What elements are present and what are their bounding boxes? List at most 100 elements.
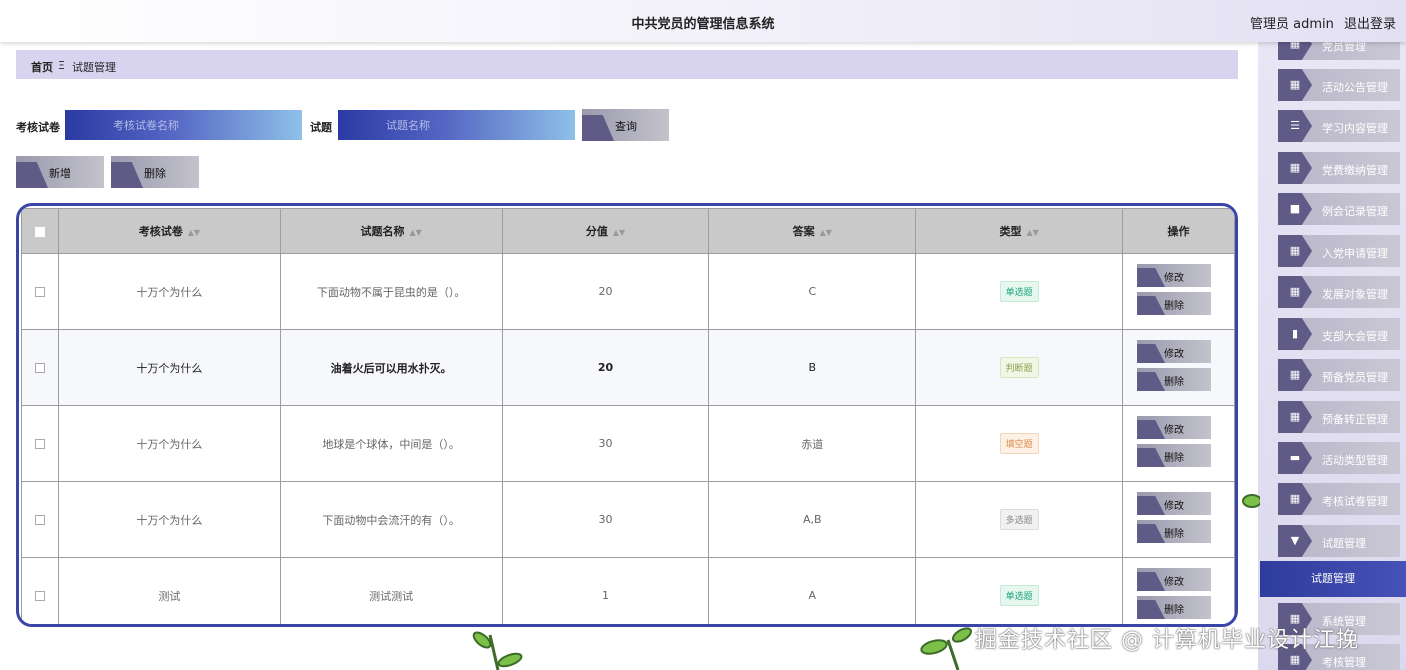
- sidebar-item-activity-type[interactable]: ▬ 活动类型管理: [1278, 442, 1400, 474]
- sidebar-subitem-question-active[interactable]: 试题管理: [1260, 561, 1406, 597]
- top-bar: 中共党员的管理信息系统 管理员 admin 退出登录: [0, 0, 1406, 42]
- type-badge: 单选题: [999, 585, 1039, 606]
- sort-icon: ▲▼: [1026, 228, 1039, 237]
- sidebar-item-probation-conversion[interactable]: ▦ 预备转正管理: [1278, 401, 1400, 433]
- funnel-icon: ▼: [1290, 534, 1300, 547]
- cell-paper: 十万个为什么: [57, 405, 281, 482]
- grid-icon: ▦: [1289, 410, 1301, 423]
- logout-link[interactable]: 退出登录: [1344, 17, 1396, 32]
- cell-answer: C: [708, 253, 917, 330]
- app-title: 中共党员的管理信息系统: [631, 17, 775, 32]
- breadcrumb-separator: Ξ: [58, 59, 65, 72]
- grid-icon: ▦: [1289, 368, 1301, 381]
- grid-icon: ▦: [1289, 492, 1301, 505]
- cell-paper: 十万个为什么: [57, 253, 281, 330]
- table-row: 十万个为什么 下面动物中会流汗的有（）。 30 A,B 多选题 修改 删除: [21, 481, 1235, 558]
- paper-search-input[interactable]: [65, 110, 302, 140]
- type-badge: 填空题: [999, 433, 1039, 454]
- watermark: 掘金技术社区 @ 计算机毕业设计江挽: [975, 628, 1359, 653]
- row-checkbox[interactable]: [34, 363, 45, 373]
- question-table: 考核试卷 ▲▼ 试题名称 ▲▼ 分值 ▲▼ 答案 ▲▼ 类型 ▲▼ 操作 十万个为什么 下…: [21, 208, 1235, 624]
- column-header-answer[interactable]: 答案 ▲▼: [708, 208, 917, 254]
- cell-question: 下面动物中会流汗的有（）。: [279, 481, 503, 558]
- question-search-label: 试题: [310, 121, 332, 134]
- query-button[interactable]: 查询: [582, 109, 669, 141]
- cell-score: 30: [501, 405, 710, 482]
- sidebar-item-probationary-members[interactable]: ▦ 预备党员管理: [1278, 359, 1400, 391]
- breadcrumb-current: 试题管理: [72, 61, 116, 74]
- delete-button[interactable]: 删除: [1137, 292, 1212, 315]
- edit-button[interactable]: 修改: [1137, 568, 1212, 591]
- sort-icon: ▲▼: [409, 228, 422, 237]
- cell-answer: A,B: [708, 481, 917, 558]
- row-checkbox[interactable]: [34, 591, 45, 601]
- user-label: 管理员 admin: [1249, 17, 1334, 32]
- table-row: 十万个为什么 地球是个球体，中间是（）。 30 赤道 填空题 修改 删除: [21, 405, 1235, 482]
- sidebar: ▦ 党员管理 ▦ 活动公告管理 ☰ 学习内容管理 ▦ 党费缴纳管理 ■ 例会记录…: [1258, 42, 1406, 670]
- table-row: 测试 测试测试 1 A 单选题 修改 删除: [21, 557, 1235, 624]
- sidebar-item-development-target[interactable]: ▦ 发展对象管理: [1278, 276, 1400, 308]
- column-header-score[interactable]: 分值 ▲▼: [501, 208, 710, 254]
- delete-button[interactable]: 删除: [1137, 368, 1212, 391]
- grid-icon: ▦: [1289, 42, 1301, 50]
- cell-question: 地球是个球体，中间是（）。: [279, 405, 503, 482]
- sidebar-item-meeting-records[interactable]: ■ 例会记录管理: [1278, 193, 1400, 225]
- monitor-icon: ▬: [1289, 451, 1301, 464]
- table-row: 十万个为什么 油着火后可以用水扑灭。 20 B 判断题 修改 删除: [21, 329, 1235, 406]
- table-row: 十万个为什么 下面动物不属于昆虫的是（）。 20 C 单选题 修改 删除: [21, 253, 1235, 330]
- cell-question: 下面动物不属于昆虫的是（）。: [279, 253, 503, 330]
- table-header-row: 考核试卷 ▲▼ 试题名称 ▲▼ 分值 ▲▼ 答案 ▲▼ 类型 ▲▼ 操作: [21, 208, 1235, 254]
- column-header-question[interactable]: 试题名称 ▲▼: [279, 208, 503, 254]
- sprout-decoration-icon: [920, 627, 973, 670]
- type-badge: 单选题: [999, 281, 1039, 302]
- sidebar-item-activity-notice[interactable]: ▦ 活动公告管理: [1278, 69, 1400, 101]
- grid-icon: ▦: [1289, 161, 1301, 174]
- grid-icon: ▦: [1289, 285, 1301, 298]
- cell-paper: 十万个为什么: [57, 329, 281, 406]
- breadcrumb-home[interactable]: 首页: [31, 59, 53, 75]
- sidebar-item-exam-paper[interactable]: ▦ 考核试卷管理: [1278, 483, 1400, 515]
- edit-button[interactable]: 修改: [1137, 492, 1212, 515]
- cell-score: 20: [501, 329, 710, 406]
- cell-answer: 赤道: [708, 405, 917, 482]
- sidebar-item-join-application[interactable]: ▦ 入党申请管理: [1278, 235, 1400, 267]
- cell-question: 测试测试: [279, 557, 503, 624]
- select-all-checkbox[interactable]: [34, 226, 45, 237]
- folder-icon: ■: [1289, 202, 1301, 215]
- type-badge: 判断题: [999, 357, 1039, 378]
- sidebar-item-question[interactable]: ▼ 试题管理: [1278, 525, 1400, 557]
- delete-button[interactable]: 删除: [1137, 444, 1212, 467]
- delete-button[interactable]: 删除: [1137, 596, 1212, 619]
- edit-button[interactable]: 修改: [1137, 416, 1212, 439]
- edit-button[interactable]: 修改: [1137, 340, 1212, 363]
- delete-button[interactable]: 删除: [1137, 520, 1212, 543]
- grid-icon: ▦: [1289, 653, 1301, 666]
- sort-icon: ▲▼: [187, 228, 201, 237]
- add-button[interactable]: 新增: [16, 156, 104, 188]
- row-checkbox[interactable]: [34, 287, 45, 297]
- sidebar-item-party-fee[interactable]: ▦ 党费缴纳管理: [1278, 152, 1400, 184]
- row-checkbox[interactable]: [34, 515, 45, 525]
- column-header-paper[interactable]: 考核试卷 ▲▼: [57, 208, 281, 254]
- cell-answer: A: [708, 557, 917, 624]
- question-search-input[interactable]: [338, 110, 575, 140]
- question-table-container: 考核试卷 ▲▼ 试题名称 ▲▼ 分值 ▲▼ 答案 ▲▼ 类型 ▲▼ 操作 十万个为什么 下…: [16, 203, 1238, 627]
- sort-icon: ▲▼: [612, 228, 626, 237]
- sprout-decoration-icon: [1242, 494, 1260, 508]
- sidebar-item-branch-meeting[interactable]: ▮ 支部大会管理: [1278, 318, 1400, 350]
- sidebar-item-study-content[interactable]: ☰ 学习内容管理: [1278, 110, 1400, 142]
- sort-icon: ▲▼: [819, 228, 832, 237]
- sprout-decoration-icon: [472, 631, 523, 670]
- breadcrumb: 首页 Ξ 试题管理: [16, 50, 1238, 79]
- book-icon: ▮: [1291, 327, 1299, 340]
- edit-button[interactable]: 修改: [1137, 264, 1212, 287]
- cell-score: 1: [501, 557, 710, 624]
- cell-score: 30: [501, 481, 710, 558]
- batch-delete-button[interactable]: 删除: [111, 156, 199, 188]
- cell-answer: B: [708, 329, 917, 406]
- cell-paper: 测试: [57, 557, 281, 624]
- row-checkbox[interactable]: [34, 439, 45, 449]
- grid-icon: ▦: [1289, 78, 1301, 91]
- column-header-type[interactable]: 类型 ▲▼: [915, 208, 1124, 254]
- sidebar-item-party-members[interactable]: ▦ 党员管理: [1278, 42, 1400, 60]
